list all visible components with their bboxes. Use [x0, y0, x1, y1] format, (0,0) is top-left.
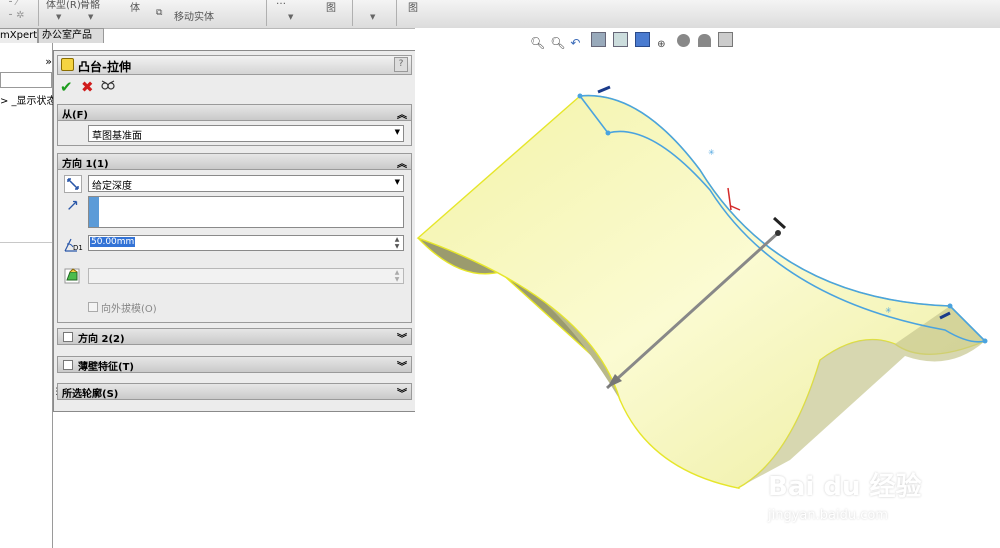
toolbar-separator: [266, 0, 267, 26]
group-from: 从(F) ︽ 草图基准面 ▼: [57, 104, 412, 146]
pm-title: 凸台-拉伸: [78, 60, 131, 74]
splitter-handle[interactable]: ⋮: [52, 388, 61, 408]
heads-up-view-toolbar: 🔍︎ 🔍︎ ↶ ⊕: [530, 32, 737, 50]
display-state-item[interactable]: > _显示状态: [0, 92, 57, 107]
display-style-icon[interactable]: [634, 32, 650, 47]
svg-text:✳: ✳: [708, 148, 715, 157]
apply-scene-icon[interactable]: [697, 34, 711, 47]
end-condition-select[interactable]: 给定深度 ▼: [88, 175, 404, 192]
group-direction-2: 方向 2(2) ︾: [57, 328, 412, 345]
toolbar-label-view[interactable]: 图: [326, 0, 336, 14]
start-condition-select[interactable]: 草图基准面 ▼: [88, 125, 404, 142]
toolbar-move-body[interactable]: 移动实体: [174, 8, 214, 23]
hide-show-items-icon[interactable]: ⊕: [657, 39, 670, 52]
group-selected-contours-title: 所选轮廓(S): [62, 389, 119, 400]
draft-outward-label: 向外拔模(O): [101, 304, 157, 315]
thin-feature-checkbox[interactable]: [63, 360, 73, 370]
baidu-watermark: Bai du 经验 jingyan.baidu.com: [768, 460, 998, 548]
toolbar-partial-label-1[interactable]: 体型(R): [46, 0, 81, 11]
reverse-direction-icon[interactable]: [64, 175, 82, 193]
group-selected-contours: 所选轮廓(S) ︾: [57, 383, 412, 400]
divider: [0, 242, 52, 243]
group-from-header[interactable]: 从(F) ︽: [58, 105, 411, 121]
depth-value: 50.00mm: [90, 237, 136, 247]
direction-reference-field[interactable]: [88, 196, 404, 228]
group-direction-1: 方向 1(1) ︽ 给定深度 ▼ D1 50.00mm ▲ ▼ ▲ ▼ 向外拔模…: [57, 153, 412, 323]
group-thin-feature: 薄壁特征(T) ︾: [57, 356, 412, 373]
baidu-logo: Bai du 经验: [768, 472, 922, 502]
boss-extrude-icon: [61, 58, 74, 71]
collapse-pane-button[interactable]: »: [0, 55, 52, 68]
collapse-chevron-icon[interactable]: ︽: [397, 155, 407, 170]
chevron-down-icon[interactable]: ▼: [370, 13, 375, 21]
group-from-title: 从(F): [62, 110, 88, 121]
end-condition-value: 给定深度: [92, 181, 132, 192]
group-direction-1-title: 方向 1(1): [62, 159, 109, 170]
toolbar-fragment-1[interactable]: ⁃ ⁄: [8, 0, 18, 8]
tab-mxpert[interactable]: mXpert: [0, 28, 38, 43]
detailed-preview-icon[interactable]: [101, 80, 115, 90]
view-settings-icon[interactable]: [717, 32, 733, 47]
depth-icon-label: D1: [73, 244, 83, 252]
property-manager: 凸台-拉伸 ? ✔ ✖ 从(F) ︽ 草图基准面 ▼ 方向 1(1) ︽ 给定深…: [53, 50, 416, 412]
depth-input[interactable]: 50.00mm ▲ ▼: [88, 235, 404, 251]
expand-chevron-icon[interactable]: ︾: [397, 330, 407, 345]
tab-office-products[interactable]: 办公室产品: [38, 28, 104, 43]
svg-text:✳: ✳: [885, 306, 892, 315]
selection-focus-bar: [89, 197, 99, 227]
start-condition-value: 草图基准面: [92, 131, 142, 142]
toolbar-separator: [396, 0, 397, 26]
edit-appearance-icon[interactable]: [677, 34, 691, 47]
help-button[interactable]: ?: [394, 57, 408, 72]
chevron-down-icon[interactable]: ▼: [395, 178, 400, 186]
chevron-down-icon[interactable]: ▼: [288, 13, 293, 21]
previous-view-icon[interactable]: ↶: [570, 36, 583, 50]
toolbar-partial-label-2[interactable]: 骨骼: [80, 0, 100, 11]
expand-chevron-icon[interactable]: ︾: [397, 385, 407, 400]
collapse-chevron-icon[interactable]: ︽: [397, 106, 407, 121]
chevron-down-icon[interactable]: ▼: [88, 13, 93, 21]
command-toolbar: ⁃ ⁄ ⁃ ✲ 体型(R) ▼ 骨骼 ▼ 体 ⧉ 移动实体 … ▼ 图 ▼ 图: [0, 0, 1000, 29]
direction-vector-icon: [68, 200, 78, 210]
direction-2-checkbox[interactable]: [63, 332, 73, 342]
toolbar-label-view-2[interactable]: 图: [408, 0, 418, 14]
group-direction-2-header[interactable]: 方向 2(2) ︾: [58, 329, 411, 345]
zoom-area-icon[interactable]: 🔍︎: [550, 36, 565, 50]
baidu-url: jingyan.baidu.com: [768, 508, 888, 523]
group-direction-2-title: 方向 2(2): [78, 334, 125, 345]
depth-spinner[interactable]: ▲ ▼: [392, 236, 402, 250]
toolbar-separator: [352, 0, 353, 26]
toolbar-fragment-3[interactable]: …: [276, 0, 286, 7]
section-view-icon[interactable]: [590, 32, 606, 47]
filter-input[interactable]: [0, 72, 52, 88]
group-selected-contours-header[interactable]: 所选轮廓(S) ︾: [58, 384, 411, 400]
view-orientation-icon[interactable]: [612, 32, 628, 47]
draft-outward-checkbox[interactable]: [88, 302, 98, 312]
toolbar-fragment-2[interactable]: ⁃ ✲: [8, 10, 25, 21]
group-direction-1-header[interactable]: 方向 1(1) ︽: [58, 154, 411, 170]
toolbar-separator: [38, 0, 39, 26]
cancel-x-icon[interactable]: ✖: [81, 78, 94, 96]
chevron-down-icon[interactable]: ▼: [395, 128, 400, 136]
ok-check-icon[interactable]: ✔: [60, 78, 73, 96]
move-body-icon[interactable]: ⧉: [156, 8, 162, 18]
draft-icon[interactable]: [64, 268, 80, 284]
chevron-down-icon[interactable]: ▼: [56, 13, 61, 21]
draft-spinner[interactable]: ▲ ▼: [392, 269, 402, 283]
group-thin-feature-header[interactable]: 薄壁特征(T) ︾: [58, 357, 411, 373]
draft-angle-input[interactable]: ▲ ▼: [88, 268, 404, 284]
toolbar-label-body[interactable]: 体: [130, 0, 140, 14]
group-thin-feature-title: 薄壁特征(T): [78, 362, 134, 373]
expand-chevron-icon[interactable]: ︾: [397, 358, 407, 373]
pm-title-bar: 凸台-拉伸 ?: [57, 55, 412, 75]
zoom-to-fit-icon[interactable]: 🔍︎: [530, 36, 545, 50]
